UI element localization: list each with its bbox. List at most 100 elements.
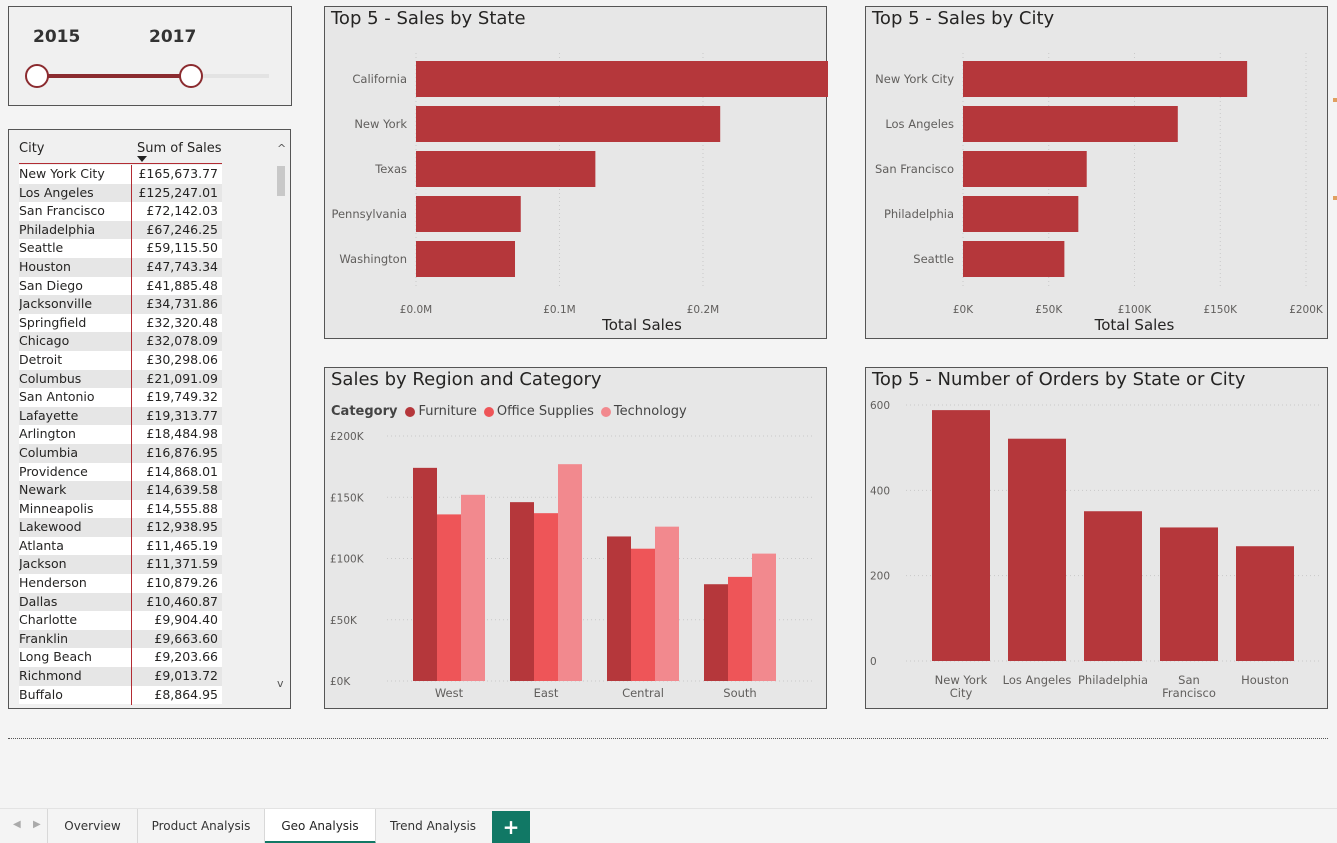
table-row[interactable]: Richmond £9,013.72 [19,667,222,686]
bar[interactable] [963,151,1087,187]
slicer-end-handle[interactable] [179,64,203,88]
table-row[interactable]: Philadelphia £67,246.25 [19,220,222,240]
bar[interactable] [963,61,1248,97]
table-row[interactable]: Detroit £30,298.06 [19,350,222,370]
table-row[interactable]: Henderson £10,879.26 [19,574,222,593]
table-row[interactable]: Jacksonville £34,731.86 [19,295,222,314]
table-row[interactable]: Buffalo £8,864.95 [19,685,222,705]
table-row[interactable]: Columbus £21,091.09 [19,369,222,389]
legend-item-technology[interactable]: Technology [600,404,687,419]
cell-sales: £47,743.34 [146,258,218,274]
bar[interactable] [416,151,596,187]
legend-item-office-supplies[interactable]: Office Supplies [483,404,594,419]
slicer-track[interactable] [9,7,293,107]
cell-city: Philadelphia [19,221,96,237]
tab-overview[interactable]: Overview [48,809,138,843]
y-category-label: Texas [374,162,407,176]
table-row[interactable]: Dallas £10,460.87 [19,592,222,612]
table-row[interactable]: Arlington £18,484.98 [19,425,222,444]
x-tick-label: £0.0M [400,304,432,316]
bar[interactable] [1008,438,1066,661]
x-axis-title: Total Sales [1094,316,1175,334]
scroll-thumb[interactable] [277,166,285,196]
scroll-down-icon[interactable]: v [277,677,284,690]
cell-sales: £125,247.01 [138,184,218,200]
orders-by-location-svg: 0 200 400 600 New YorkCity Los Angeles Philade… [870,400,1321,700]
table-row[interactable]: Franklin £9,663.60 [19,629,222,649]
table-row[interactable]: Atlanta £11,465.19 [19,536,222,556]
x-tick-label: £150K [1203,304,1238,316]
bar[interactable] [510,502,534,681]
legend-label: Technology [613,404,687,419]
bar[interactable] [558,464,582,681]
table-row[interactable]: Los Angeles £125,247.01 [19,183,222,203]
table-row[interactable]: Providence £14,868.01 [19,462,222,482]
table-row[interactable]: Lakewood £12,938.95 [19,518,222,537]
cell-sales: £14,868.01 [146,463,218,479]
bar[interactable] [728,576,752,681]
table-row[interactable]: San Diego £41,885.48 [19,276,222,296]
bar[interactable] [607,536,631,681]
bar[interactable] [1160,527,1218,661]
bar[interactable] [655,526,679,681]
bar[interactable] [963,196,1079,232]
bar[interactable] [1236,546,1294,661]
x-category-label: Philadelphia [1078,673,1148,687]
bar[interactable] [416,61,828,97]
table-row[interactable]: Springfield £32,320.48 [19,313,222,333]
cell-city: Arlington [19,426,76,442]
tab-next-icon[interactable]: ▶ [33,819,41,830]
cell-sales: £19,749.32 [146,389,218,405]
table-row[interactable]: Seattle £59,115.50 [19,239,222,258]
bar[interactable] [963,241,1065,277]
table-row[interactable]: Columbia £16,876.95 [19,443,222,463]
legend-item-furniture[interactable]: Furniture [405,404,477,419]
bar[interactable] [963,106,1178,142]
bar[interactable] [534,513,558,681]
bar[interactable] [1084,511,1142,661]
cell-sales: £16,876.95 [146,444,218,460]
bar[interactable] [437,514,461,681]
bar[interactable] [416,241,516,277]
scroll-up-icon[interactable]: ^ [277,142,286,155]
sales-by-region-chart: £0K £50K £100K £150K £200K West East Central Sou… [324,367,827,709]
table-row[interactable]: San Antonio £19,749.32 [19,388,222,407]
bar[interactable] [932,410,990,661]
chart-title: Sales by Region and Category [331,369,602,390]
bar[interactable] [461,494,485,681]
tab-prev-icon[interactable]: ◀ [13,819,21,830]
cell-sales: £72,142.03 [146,203,218,219]
cell-sales: £67,246.25 [146,221,218,237]
add-page-button[interactable]: + [492,811,530,843]
bar[interactable] [752,553,776,681]
column-header-city[interactable]: City [19,141,44,156]
bar[interactable] [413,467,437,681]
cell-sales: £8,864.95 [154,686,218,702]
sort-desc-icon [137,156,147,162]
table-scrollbar[interactable]: ^ v [277,138,287,698]
bar[interactable] [416,106,721,142]
x-category-label: San [1178,673,1200,687]
y-category-label: New York [354,117,407,131]
bar[interactable] [416,196,521,232]
table-row[interactable]: New York City £165,673.77 [19,165,222,184]
table-row[interactable]: Chicago £32,078.09 [19,332,222,351]
table-row[interactable]: Minneapolis £14,555.88 [19,499,222,519]
tab-product-analysis[interactable]: Product Analysis [138,809,265,843]
tab-trend-analysis[interactable]: Trend Analysis [376,809,490,843]
table-row[interactable]: San Francisco £72,142.03 [19,202,222,221]
x-tick-label: £0K [953,304,974,316]
slicer-start-handle[interactable] [25,64,49,88]
cell-city: Houston [19,258,71,274]
table-row[interactable]: Charlotte £9,904.40 [19,611,222,630]
bar[interactable] [631,548,655,681]
table-header: City Sum of Sales [19,138,222,164]
tab-geo-analysis[interactable]: Geo Analysis [265,809,376,843]
table-row[interactable]: Newark £14,639.58 [19,481,222,500]
bar[interactable] [704,584,728,681]
table-row[interactable]: Lafayette £19,313.77 [19,406,222,426]
table-row[interactable]: Jackson £11,371.59 [19,555,222,575]
column-header-sales[interactable]: Sum of Sales [137,141,222,156]
table-row[interactable]: Houston £47,743.34 [19,257,222,277]
table-row[interactable]: Long Beach £9,203.66 [19,648,222,668]
